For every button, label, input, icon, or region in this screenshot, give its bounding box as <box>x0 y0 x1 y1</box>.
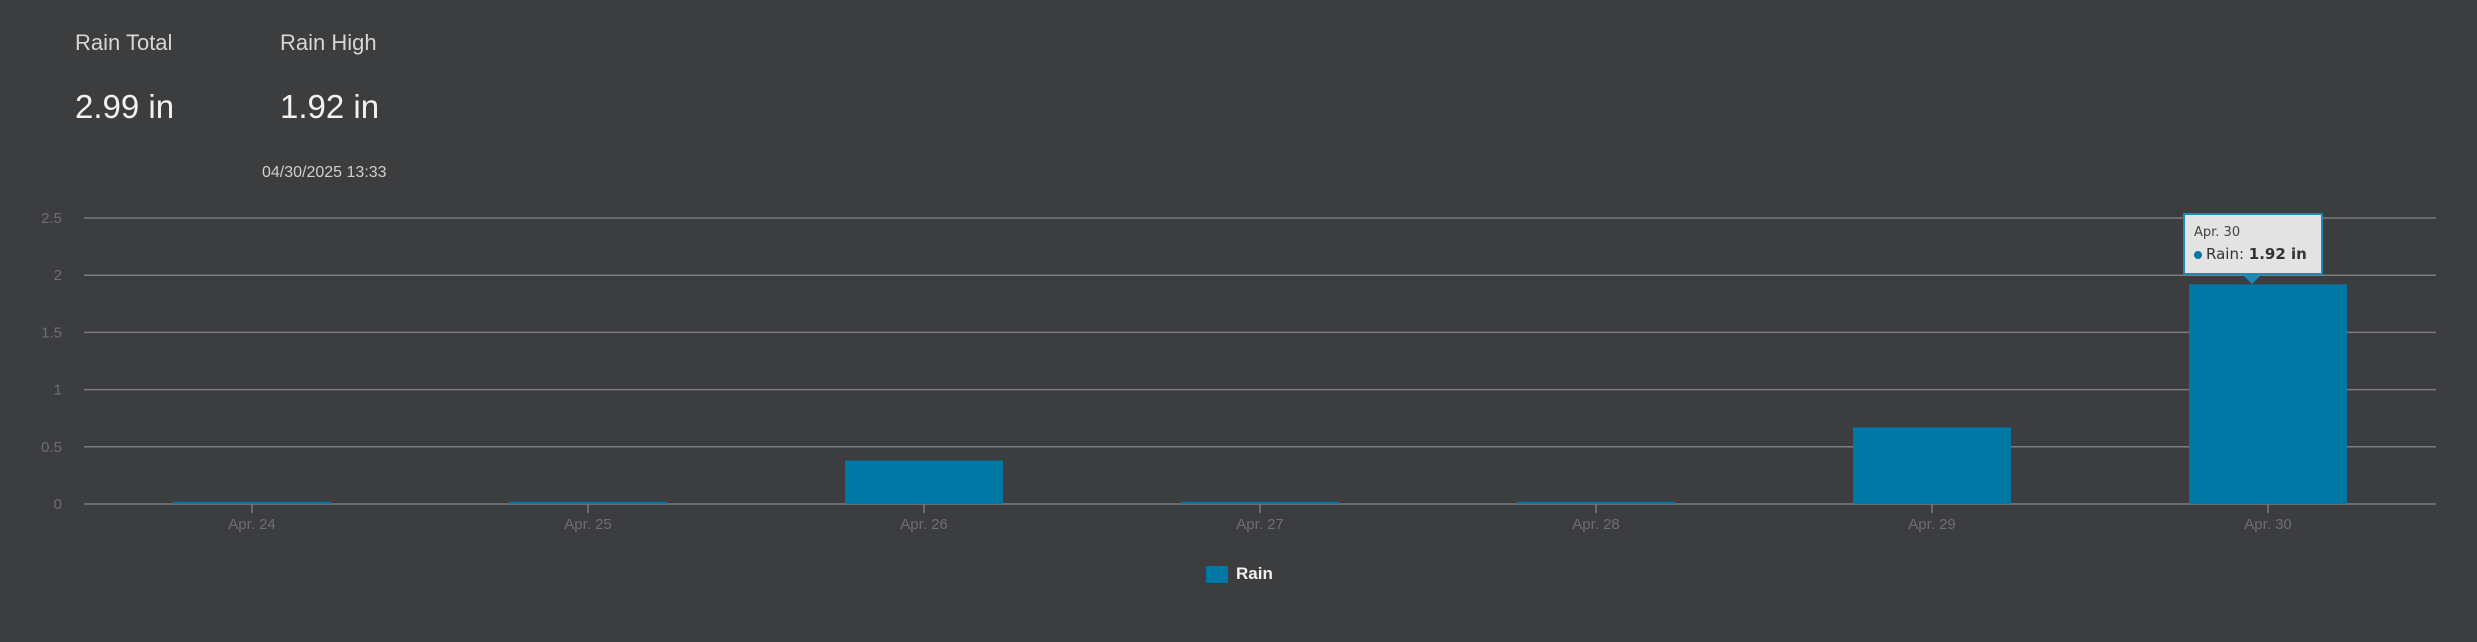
tooltip-series-dot <box>2194 250 2202 259</box>
bar <box>1853 427 2011 504</box>
tooltip-title: Apr. 30 <box>2194 225 2241 240</box>
rain-bar-chart: 0 0.5 1 1.5 2 2.5 Apr. 24 Apr. 25 Apr. 26 Apr. 27… <box>41 210 2436 533</box>
bar <box>2189 284 2347 504</box>
chart-tooltip: Apr. 30 Rain: 1.92 in <box>2183 213 2323 275</box>
y-tick-label: 0 <box>54 496 62 513</box>
bar <box>173 501 331 504</box>
bar <box>1517 501 1675 504</box>
legend-swatch <box>1206 565 1228 583</box>
y-tick-label: 1.5 <box>41 324 62 341</box>
y-tick-label: 1 <box>54 382 62 399</box>
legend-item-rain[interactable]: Rain <box>1206 564 1273 584</box>
x-tick-label: Apr. 26 <box>900 516 948 533</box>
tooltip-pointer <box>2243 275 2261 284</box>
x-tick-label: Apr. 29 <box>1908 516 1956 533</box>
x-tick-label: Apr. 27 <box>1236 516 1284 533</box>
legend-label: Rain <box>1236 564 1273 583</box>
y-tick-label: 2 <box>54 267 62 284</box>
tooltip-series-name: Rain <box>2206 245 2239 263</box>
y-tick-label: 0.5 <box>41 439 62 456</box>
bar <box>509 501 667 504</box>
tooltip-row: Rain: 1.92 in <box>2194 245 2312 263</box>
x-tick-label: Apr. 28 <box>1572 516 1620 533</box>
x-tick-label: Apr. 24 <box>228 516 276 533</box>
bar <box>845 460 1003 504</box>
bar <box>1181 501 1339 504</box>
x-tick-label: Apr. 30 <box>2244 516 2292 533</box>
y-tick-label: 2.5 <box>41 210 62 227</box>
tooltip-value: 1.92 in <box>2248 245 2307 263</box>
x-tick-label: Apr. 25 <box>564 516 612 533</box>
